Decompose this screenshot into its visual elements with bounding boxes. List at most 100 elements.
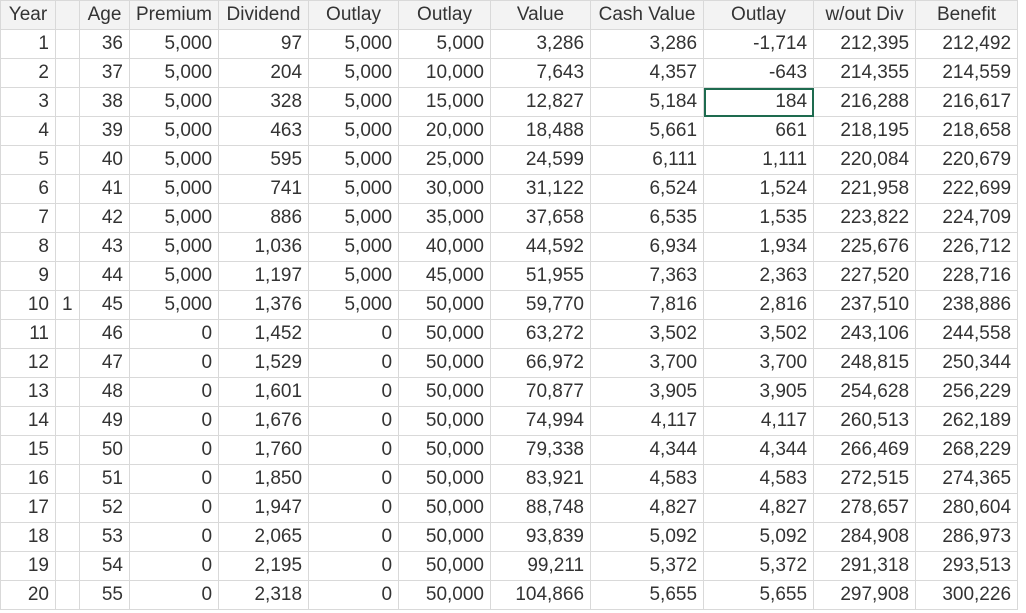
table-cell[interactable]: 595	[218, 145, 310, 175]
table-cell[interactable]: 5,000	[308, 116, 400, 146]
table-cell[interactable]: 228,716	[915, 261, 1019, 291]
table-cell[interactable]: 5,000	[308, 29, 400, 59]
table-cell[interactable]: 328	[218, 87, 310, 117]
table-cell[interactable]: 0	[308, 377, 400, 407]
table-cell[interactable]	[55, 174, 80, 204]
table-cell[interactable]: 2,065	[218, 522, 310, 552]
table-cell[interactable]: 3,286	[590, 29, 705, 59]
header-cell[interactable]	[55, 0, 80, 30]
table-cell[interactable]: 45	[79, 290, 130, 320]
table-cell[interactable]: 55	[79, 580, 130, 610]
header-cell[interactable]: Benefit	[915, 0, 1019, 30]
header-cell[interactable]: Premium	[128, 0, 220, 30]
table-cell[interactable]: 4,344	[703, 435, 815, 465]
table-cell[interactable]: 1,036	[218, 232, 310, 262]
table-cell[interactable]: 50	[79, 435, 130, 465]
table-cell[interactable]	[55, 406, 80, 436]
table-cell[interactable]: 5,000	[128, 261, 220, 291]
table-cell[interactable]: 741	[218, 174, 310, 204]
table-cell[interactable]: 218,195	[813, 116, 917, 146]
table-cell[interactable]: 6,934	[590, 232, 705, 262]
table-cell[interactable]: 12,827	[490, 87, 592, 117]
table-cell[interactable]: 5,000	[128, 174, 220, 204]
table-cell[interactable]: 17	[0, 493, 56, 523]
table-cell[interactable]: 59,770	[490, 290, 592, 320]
table-cell[interactable]: 278,657	[813, 493, 917, 523]
table-cell[interactable]: 220,084	[813, 145, 917, 175]
table-cell[interactable]: 1,376	[218, 290, 310, 320]
table-cell[interactable]: 2,195	[218, 551, 310, 581]
table-cell[interactable]	[55, 58, 80, 88]
table-cell[interactable]: 4,117	[590, 406, 705, 436]
table-cell[interactable]: 4,827	[703, 493, 815, 523]
table-cell[interactable]: 5,000	[308, 261, 400, 291]
table-cell[interactable]	[55, 87, 80, 117]
table-cell[interactable]: 5,000	[308, 174, 400, 204]
table-cell[interactable]: 66,972	[490, 348, 592, 378]
table-cell[interactable]: 31,122	[490, 174, 592, 204]
table-cell[interactable]: 83,921	[490, 464, 592, 494]
table-cell[interactable]	[55, 493, 80, 523]
table-cell[interactable]	[55, 116, 80, 146]
table-cell[interactable]	[55, 435, 80, 465]
table-cell[interactable]: 0	[308, 348, 400, 378]
table-cell[interactable]: 5,000	[308, 203, 400, 233]
table-cell[interactable]	[55, 261, 80, 291]
table-cell[interactable]: 0	[128, 580, 220, 610]
table-cell[interactable]: 3,286	[490, 29, 592, 59]
table-cell[interactable]: 286,973	[915, 522, 1019, 552]
table-cell[interactable]	[55, 232, 80, 262]
table-cell[interactable]: 3,700	[703, 348, 815, 378]
table-cell[interactable]: 237,510	[813, 290, 917, 320]
table-cell[interactable]: 104,866	[490, 580, 592, 610]
table-cell[interactable]: 5,000	[308, 87, 400, 117]
header-cell[interactable]: Year	[0, 0, 56, 30]
table-cell[interactable]: 63,272	[490, 319, 592, 349]
table-cell[interactable]: 25,000	[398, 145, 492, 175]
table-cell[interactable]: 45,000	[398, 261, 492, 291]
table-cell[interactable]: 99,211	[490, 551, 592, 581]
table-cell[interactable]: 3,905	[703, 377, 815, 407]
table-cell[interactable]: 44	[79, 261, 130, 291]
table-cell[interactable]: 0	[128, 522, 220, 552]
table-cell[interactable]: 0	[308, 580, 400, 610]
table-cell[interactable]: 274,365	[915, 464, 1019, 494]
header-cell[interactable]: Dividend	[218, 0, 310, 30]
table-cell[interactable]: 0	[308, 522, 400, 552]
table-cell[interactable]: 224,709	[915, 203, 1019, 233]
table-cell[interactable]: 3,502	[590, 319, 705, 349]
table-cell[interactable]: 50,000	[398, 319, 492, 349]
table-cell[interactable]: 0	[308, 319, 400, 349]
table-cell[interactable]: 0	[128, 464, 220, 494]
table-cell[interactable]: 5,661	[590, 116, 705, 146]
table-cell[interactable]: 223,822	[813, 203, 917, 233]
table-cell[interactable]: 0	[128, 377, 220, 407]
table-cell[interactable]: 220,679	[915, 145, 1019, 175]
table-cell[interactable]: 50,000	[398, 435, 492, 465]
table-cell[interactable]: 2,816	[703, 290, 815, 320]
table-cell[interactable]: 226,712	[915, 232, 1019, 262]
header-cell[interactable]: Value	[490, 0, 592, 30]
table-cell[interactable]	[55, 551, 80, 581]
table-cell[interactable]: 50,000	[398, 580, 492, 610]
table-cell[interactable]: 39	[79, 116, 130, 146]
table-cell[interactable]: 50,000	[398, 348, 492, 378]
table-cell[interactable]: 7,816	[590, 290, 705, 320]
table-cell[interactable]: 7	[0, 203, 56, 233]
table-cell[interactable]: 216,288	[813, 87, 917, 117]
table-cell[interactable]: 88,748	[490, 493, 592, 523]
table-cell[interactable]	[55, 464, 80, 494]
table-cell[interactable]: 97	[218, 29, 310, 59]
table-cell[interactable]: 42	[79, 203, 130, 233]
table-cell[interactable]: 4	[0, 116, 56, 146]
table-cell[interactable]: 0	[308, 435, 400, 465]
table-cell[interactable]: 1,601	[218, 377, 310, 407]
table-cell[interactable]: 43	[79, 232, 130, 262]
table-cell[interactable]: 54	[79, 551, 130, 581]
table-cell[interactable]: 5,000	[128, 203, 220, 233]
table-cell[interactable]: 11	[0, 319, 56, 349]
table-cell[interactable]: 1,529	[218, 348, 310, 378]
table-cell[interactable]: 12	[0, 348, 56, 378]
header-cell[interactable]: Cash Value	[590, 0, 705, 30]
table-cell[interactable]: 5,000	[128, 232, 220, 262]
